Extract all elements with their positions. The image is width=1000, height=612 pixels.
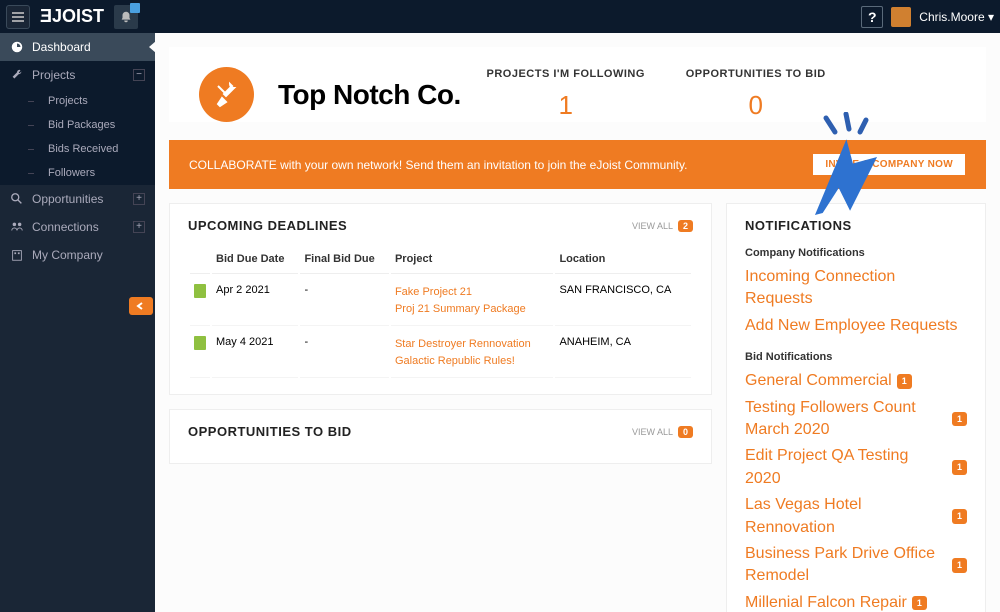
nav-projects-label: Projects — [32, 68, 75, 82]
deadlines-table: Bid Due Date Final Bid Due Project Locat… — [188, 243, 693, 380]
col-bid-due: Bid Due Date — [212, 245, 298, 274]
cell-date: Apr 2 2021 — [212, 276, 298, 326]
upcoming-deadlines-card: UPCOMING DEADLINES VIEW ALL 2 Bid Due Da… — [169, 203, 712, 395]
opportunities-view-all[interactable]: VIEW ALL 0 — [632, 426, 693, 438]
opportunities-card: OPPORTUNITIES TO BID VIEW ALL 0 — [169, 409, 712, 464]
cell-date: May 4 2021 — [212, 328, 298, 378]
subnav-bids-received[interactable]: Bids Received — [18, 137, 155, 161]
notifications-card: NOTIFICATIONS Company Notifications Inco… — [726, 203, 986, 612]
user-menu[interactable]: Chris.Moore ▾ — [919, 10, 994, 24]
topbar-left: ƎJOIST — [6, 5, 138, 29]
expand-icon[interactable]: + — [133, 193, 145, 205]
stat-opportunities-label: OPPORTUNITIES TO BID — [671, 68, 841, 80]
topbar-right: ? Chris.Moore ▾ — [861, 6, 994, 28]
tools-icon — [212, 80, 242, 110]
notif-link[interactable]: Incoming Connection Requests — [745, 264, 967, 313]
nav-my-company[interactable]: My Company — [0, 241, 155, 269]
collapse-icon[interactable]: − — [133, 69, 145, 81]
search-icon — [10, 192, 24, 206]
expand-icon[interactable]: + — [133, 221, 145, 233]
invite-company-button[interactable]: INVITE A COMPANY NOW — [812, 153, 966, 176]
notifications-title: NOTIFICATIONS — [745, 218, 967, 233]
users-icon — [10, 220, 24, 234]
sub-nav: Projects Bid Packages Bids Received Foll… — [0, 89, 155, 185]
nav-opportunities[interactable]: Opportunities + — [0, 185, 155, 213]
menu-toggle[interactable] — [6, 5, 30, 29]
topbar: ƎJOIST ? Chris.Moore ▾ — [0, 0, 1000, 33]
opportunities-count-badge: 0 — [678, 426, 693, 438]
deadlines-count-badge: 2 — [678, 220, 693, 232]
cell-final: - — [300, 328, 389, 378]
dashboard-icon — [10, 40, 24, 54]
notif-link[interactable]: Millenial Falcon Repair1 — [745, 590, 967, 612]
deadlines-view-all[interactable]: VIEW ALL 2 — [632, 220, 693, 232]
stat-following-value: 1 — [481, 90, 651, 121]
subnav-projects[interactable]: Projects — [18, 89, 155, 113]
notif-link[interactable]: Testing Followers Count March 20201 — [745, 395, 967, 444]
table-row: Apr 2 2021 - Fake Project 21Proj 21 Summ… — [190, 276, 691, 326]
notif-link[interactable]: Business Park Drive Office Remodel1 — [745, 541, 967, 590]
company-logo — [199, 67, 254, 122]
sidebar-collapse[interactable] — [129, 297, 153, 315]
banner-text: COLLABORATE with your own network! Send … — [189, 158, 687, 172]
nav-dashboard[interactable]: Dashboard — [0, 33, 155, 61]
logo: ƎJOIST — [40, 6, 104, 27]
project-link[interactable]: Fake Project 21 — [395, 284, 550, 301]
project-link[interactable]: Proj 21 Summary Package — [395, 301, 550, 318]
company-name: Top Notch Co. — [278, 79, 461, 111]
table-row: May 4 2021 - Star Destroyer RennovationG… — [190, 328, 691, 378]
collaborate-banner: COLLABORATE with your own network! Send … — [169, 140, 986, 189]
hamburger-icon — [10, 9, 26, 25]
bell-icon-svg — [119, 10, 133, 24]
nav-connections[interactable]: Connections + — [0, 213, 155, 241]
col-location: Location — [555, 245, 691, 274]
sidebar: Dashboard Projects − Projects Bid Packag… — [0, 33, 155, 612]
bell-icon[interactable] — [114, 5, 138, 29]
company-notif-heading: Company Notifications — [745, 247, 967, 259]
project-link[interactable]: Galactic Republic Rules! — [395, 353, 550, 370]
notif-link[interactable]: Las Vegas Hotel Rennovation1 — [745, 492, 967, 541]
arrow-left-icon — [135, 301, 147, 311]
notif-link[interactable]: Add New Employee Requests — [745, 313, 967, 339]
cell-final: - — [300, 276, 389, 326]
main-content: Top Notch Co. PROJECTS I'M FOLLOWING 1 O… — [155, 33, 1000, 612]
deadlines-title: UPCOMING DEADLINES — [188, 218, 347, 233]
opportunities-title: OPPORTUNITIES TO BID — [188, 424, 352, 439]
bid-notif-heading: Bid Notifications — [745, 351, 967, 363]
bookmark-icon[interactable] — [194, 336, 206, 350]
nav-my-company-label: My Company — [32, 248, 103, 262]
nav-projects[interactable]: Projects − — [0, 61, 155, 89]
subnav-bid-packages[interactable]: Bid Packages — [18, 113, 155, 137]
stat-following-label: PROJECTS I'M FOLLOWING — [481, 68, 651, 80]
col-project: Project — [391, 245, 554, 274]
wrench-icon — [10, 68, 24, 82]
cell-location: SAN FRANCISCO, CA — [555, 276, 691, 326]
stat-opportunities-value: 0 — [671, 90, 841, 121]
avatar[interactable] — [891, 7, 911, 27]
subnav-followers[interactable]: Followers — [18, 161, 155, 185]
stat-following: PROJECTS I'M FOLLOWING 1 — [481, 68, 651, 121]
nav-connections-label: Connections — [32, 220, 99, 234]
cell-location: ANAHEIM, CA — [555, 328, 691, 378]
nav-opportunities-label: Opportunities — [32, 192, 103, 206]
col-final-bid: Final Bid Due — [300, 245, 389, 274]
notif-link[interactable]: General Commercial1 — [745, 368, 967, 394]
notif-link[interactable]: Edit Project QA Testing 20201 — [745, 443, 967, 492]
project-link[interactable]: Star Destroyer Rennovation — [395, 336, 550, 353]
company-header: Top Notch Co. PROJECTS I'M FOLLOWING 1 O… — [169, 47, 986, 122]
bookmark-icon[interactable] — [194, 284, 206, 298]
nav-dashboard-label: Dashboard — [32, 40, 91, 54]
stat-opportunities: OPPORTUNITIES TO BID 0 — [671, 68, 841, 121]
help-button[interactable]: ? — [861, 6, 883, 28]
building-icon — [10, 248, 24, 262]
